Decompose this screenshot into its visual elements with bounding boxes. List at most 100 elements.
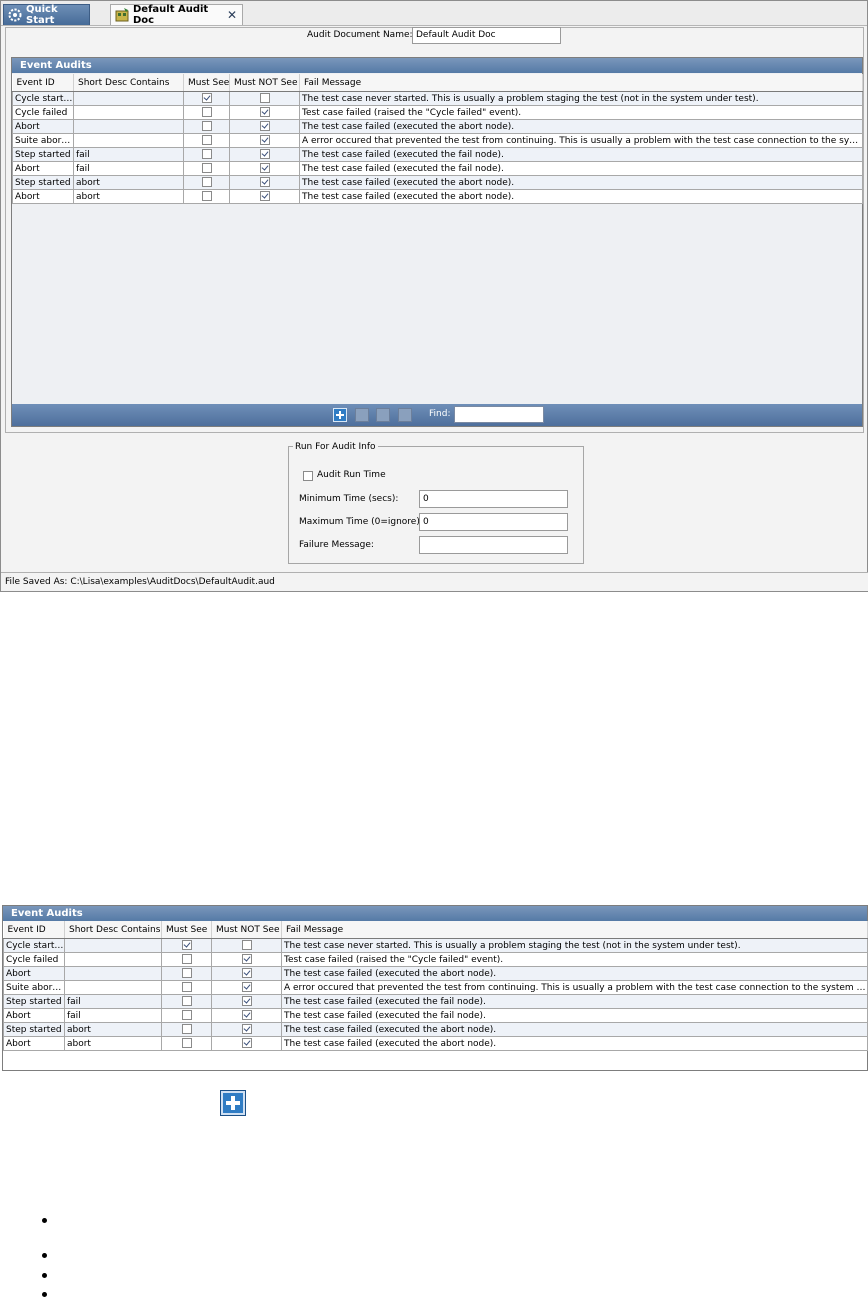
fail-message-cell[interactable]: The test case failed (executed the abort… [299,119,863,134]
column-header[interactable]: Event ID [3,921,65,939]
must-see-checkbox[interactable] [201,149,212,160]
table-row[interactable]: Suite aborted A error occured that preven… [3,980,868,995]
must-see-checkbox[interactable] [201,163,212,174]
table-row[interactable]: Abort The test case failed (executed the … [12,119,863,134]
table-row[interactable]: Step started fail The test case failed (ex… [12,147,863,162]
event-id-cell[interactable]: Abort [12,161,74,176]
fail-message-cell[interactable]: Test case failed (raised the "Cycle fail… [281,952,868,967]
table-row[interactable]: Step started abort The test case failed (e… [12,175,863,190]
short-desc-cell[interactable] [73,91,184,106]
column-header[interactable]: Must See [183,74,230,92]
short-desc-cell[interactable]: abort [64,1022,162,1037]
must-see-checkbox[interactable] [201,191,212,202]
short-desc-cell[interactable] [64,980,162,995]
delete-icon[interactable] [398,408,412,422]
must-not-see-checkbox[interactable] [241,1038,252,1049]
event-id-cell[interactable]: Step started [3,1022,65,1037]
short-desc-cell[interactable]: fail [73,147,184,162]
table-row[interactable]: Abort fail The test case failed (executed … [12,161,863,176]
must-not-see-checkbox[interactable] [259,107,270,118]
must-not-see-checkbox[interactable] [259,93,270,104]
short-desc-cell[interactable] [73,105,184,120]
move-up-icon[interactable] [355,408,369,422]
event-id-cell[interactable]: Cycle failed [12,105,74,120]
event-id-cell[interactable]: Suite aborted [3,980,65,995]
must-not-see-checkbox[interactable] [259,121,270,132]
short-desc-cell[interactable]: fail [64,1008,162,1023]
must-not-see-checkbox[interactable] [241,968,252,979]
table-row[interactable]: Cycle started The test case never started… [3,938,868,953]
must-not-see-checkbox[interactable] [241,954,252,965]
must-not-see-checkbox[interactable] [259,163,270,174]
must-see-checkbox[interactable] [181,1024,192,1035]
must-see-checkbox[interactable] [201,121,212,132]
short-desc-cell[interactable]: abort [73,189,184,204]
min-time-input[interactable]: 0 [419,490,568,508]
fail-message-cell[interactable]: The test case failed (executed the abort… [281,966,868,981]
must-not-see-checkbox[interactable] [259,191,270,202]
column-header[interactable]: Must NOT See [229,74,300,92]
table-row[interactable]: Step started fail The test case failed (ex… [3,994,868,1009]
column-header[interactable]: Short Desc Contains [73,74,184,92]
short-desc-cell[interactable]: abort [73,175,184,190]
column-header[interactable]: Fail Message [299,74,863,92]
event-id-cell[interactable]: Abort [12,119,74,134]
fail-message-cell[interactable]: A error occured that prevented the test … [299,133,863,148]
must-not-see-checkbox[interactable] [241,982,252,993]
close-icon[interactable]: ✕ [227,8,237,22]
must-not-see-checkbox[interactable] [241,1024,252,1035]
short-desc-cell[interactable] [73,133,184,148]
must-see-checkbox[interactable] [201,177,212,188]
table-row[interactable]: Cycle failed Test case failed (raised the… [3,952,868,967]
event-id-cell[interactable]: Suite aborted [12,133,74,148]
event-id-cell[interactable]: Abort [3,1036,65,1051]
event-id-cell[interactable]: Cycle failed [3,952,65,967]
fail-message-cell[interactable]: The test case failed (executed the fail … [299,147,863,162]
fail-message-cell[interactable]: The test case failed (executed the abort… [281,1022,868,1037]
fail-message-cell[interactable]: The test case failed (executed the abort… [281,1036,868,1051]
max-time-input[interactable]: 0 [419,513,568,531]
must-not-see-checkbox[interactable] [241,940,252,951]
must-see-checkbox[interactable] [201,107,212,118]
event-id-cell[interactable]: Step started [12,147,74,162]
table-row[interactable]: Abort fail The test case failed (executed … [3,1008,868,1023]
must-see-checkbox[interactable] [181,968,192,979]
short-desc-cell[interactable] [64,952,162,967]
audit-run-time-checkbox[interactable] [303,471,313,481]
tab-quick-start[interactable]: Quick Start [3,4,90,26]
event-id-cell[interactable]: Cycle started [12,91,74,106]
table-row[interactable]: Abort The test case failed (executed the … [3,966,868,981]
event-id-cell[interactable]: Cycle started [3,938,65,953]
short-desc-cell[interactable] [64,938,162,953]
move-down-icon[interactable] [376,408,390,422]
column-header[interactable]: Short Desc Contains [64,921,162,939]
table-row[interactable]: Cycle started The test case never started… [12,91,863,106]
column-header[interactable]: Fail Message [281,921,868,939]
must-see-checkbox[interactable] [181,1010,192,1021]
table-row[interactable]: Suite aborted A error occured that preven… [12,133,863,148]
add-icon[interactable] [333,408,347,422]
failure-message-input[interactable] [419,536,568,554]
short-desc-cell[interactable] [73,119,184,134]
table-row[interactable]: Step started abort The test case failed (e… [3,1022,868,1037]
column-header[interactable]: Event ID [12,74,74,92]
table-row[interactable]: Cycle failed Test case failed (raised the… [12,105,863,120]
fail-message-cell[interactable]: A error occured that prevented the test … [281,980,868,995]
fail-message-cell[interactable]: The test case never started. This is usu… [299,91,863,106]
find-input[interactable] [454,406,544,423]
must-see-checkbox[interactable] [201,93,212,104]
fail-message-cell[interactable]: The test case failed (executed the fail … [299,161,863,176]
tab-default-audit-doc[interactable]: Default Audit Doc ✕ [110,4,243,26]
table-row[interactable]: Abort abort The test case failed (executed… [3,1036,868,1051]
column-header[interactable]: Must NOT See [211,921,282,939]
event-id-cell[interactable]: Abort [3,1008,65,1023]
short-desc-cell[interactable]: abort [64,1036,162,1051]
must-not-see-checkbox[interactable] [259,135,270,146]
must-see-checkbox[interactable] [181,996,192,1007]
event-id-cell[interactable]: Step started [12,175,74,190]
must-not-see-checkbox[interactable] [259,177,270,188]
fail-message-cell[interactable]: Test case failed (raised the "Cycle fail… [299,105,863,120]
short-desc-cell[interactable] [64,966,162,981]
must-not-see-checkbox[interactable] [241,1010,252,1021]
must-see-checkbox[interactable] [181,940,192,951]
